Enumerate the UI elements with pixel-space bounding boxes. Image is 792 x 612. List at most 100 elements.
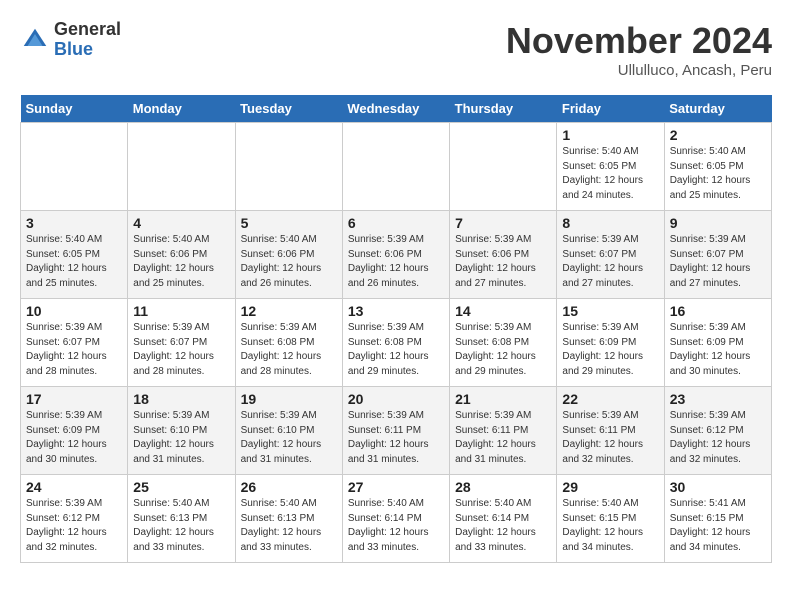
day-info: Sunrise: 5:41 AM Sunset: 6:15 PM Dayligh… — [670, 497, 766, 555]
day-number: 10 — [26, 303, 122, 319]
day-info: Sunrise: 5:39 AM Sunset: 6:12 PM Dayligh… — [26, 497, 122, 555]
day-info: Sunrise: 5:39 AM Sunset: 6:09 PM Dayligh… — [670, 321, 766, 379]
day-number: 11 — [133, 303, 229, 319]
calendar-day-cell: 19 Sunrise: 5:39 AM Sunset: 6:10 PM Dayli… — [235, 387, 342, 475]
logo: General Blue — [20, 20, 121, 60]
calendar-day-cell: 15Sunrise: 5:39 AM Sunset: 6:09 PM Dayli… — [557, 299, 664, 387]
day-info: Sunrise: 5:40 AM Sunset: 6:06 PM Dayligh… — [241, 233, 337, 291]
calendar-day-cell: 9 Sunrise: 5:39 AM Sunset: 6:07 PM Daylig… — [664, 211, 771, 299]
day-info: Sunrise: 5:40 AM Sunset: 6:14 PM Dayligh… — [455, 497, 551, 555]
calendar-day-cell: 10 Sunrise: 5:39 AM Sunset: 6:07 PM Dayli… — [21, 299, 128, 387]
day-number: 28 — [455, 479, 551, 495]
day-number: 5 — [241, 215, 337, 231]
calendar-week-row: 1 Sunrise: 5:40 AM Sunset: 6:05 PM Daylig… — [21, 123, 772, 211]
calendar-day-cell: 29Sunrise: 5:40 AM Sunset: 6:15 PM Dayli… — [557, 475, 664, 563]
day-info: Sunrise: 5:39 AM Sunset: 6:06 PM Dayligh… — [455, 233, 551, 291]
calendar-day-cell: 22Sunrise: 5:39 AM Sunset: 6:11 PM Dayli… — [557, 387, 664, 475]
weekday-header-monday: Monday — [128, 95, 235, 123]
day-info: Sunrise: 5:39 AM Sunset: 6:09 PM Dayligh… — [26, 409, 122, 467]
calendar-day-cell: 17 Sunrise: 5:39 AM Sunset: 6:09 PM Dayli… — [21, 387, 128, 475]
day-info: Sunrise: 5:39 AM Sunset: 6:07 PM Dayligh… — [562, 233, 658, 291]
page-header: General Blue November 2024 Ullulluco, An… — [20, 20, 772, 79]
day-info: Sunrise: 5:39 AM Sunset: 6:11 PM Dayligh… — [562, 409, 658, 467]
calendar-day-cell: 6 Sunrise: 5:39 AM Sunset: 6:06 PM Daylig… — [342, 211, 449, 299]
calendar-day-cell: 12 Sunrise: 5:39 AM Sunset: 6:08 PM Dayli… — [235, 299, 342, 387]
weekday-header-wednesday: Wednesday — [342, 95, 449, 123]
day-number: 17 — [26, 391, 122, 407]
day-info: Sunrise: 5:39 AM Sunset: 6:10 PM Dayligh… — [241, 409, 337, 467]
day-info: Sunrise: 5:39 AM Sunset: 6:11 PM Dayligh… — [348, 409, 444, 467]
day-number: 2 — [670, 127, 766, 143]
day-number: 1 — [562, 127, 658, 143]
day-info: Sunrise: 5:39 AM Sunset: 6:07 PM Dayligh… — [670, 233, 766, 291]
calendar-week-row: 10 Sunrise: 5:39 AM Sunset: 6:07 PM Dayli… — [21, 299, 772, 387]
logo-blue-text: Blue — [54, 40, 121, 60]
day-number: 27 — [348, 479, 444, 495]
day-number: 7 — [455, 215, 551, 231]
day-number: 19 — [241, 391, 337, 407]
day-info: Sunrise: 5:39 AM Sunset: 6:07 PM Dayligh… — [133, 321, 229, 379]
day-info: Sunrise: 5:40 AM Sunset: 6:13 PM Dayligh… — [241, 497, 337, 555]
logo-text: General Blue — [54, 20, 121, 60]
location: Ullulluco, Ancash, Peru — [506, 62, 772, 79]
calendar-day-cell: 1 Sunrise: 5:40 AM Sunset: 6:05 PM Daylig… — [557, 123, 664, 211]
weekday-header-row: SundayMondayTuesdayWednesdayThursdayFrid… — [21, 95, 772, 123]
calendar-table: SundayMondayTuesdayWednesdayThursdayFrid… — [20, 95, 772, 563]
calendar-day-cell: 7 Sunrise: 5:39 AM Sunset: 6:06 PM Daylig… — [450, 211, 557, 299]
calendar-day-cell: 24 Sunrise: 5:39 AM Sunset: 6:12 PM Dayli… — [21, 475, 128, 563]
day-info: Sunrise: 5:40 AM Sunset: 6:05 PM Dayligh… — [26, 233, 122, 291]
calendar-week-row: 3 Sunrise: 5:40 AM Sunset: 6:05 PM Daylig… — [21, 211, 772, 299]
day-number: 20 — [348, 391, 444, 407]
day-number: 4 — [133, 215, 229, 231]
day-info: Sunrise: 5:40 AM Sunset: 6:15 PM Dayligh… — [562, 497, 658, 555]
calendar-day-cell — [342, 123, 449, 211]
calendar-day-cell: 30 Sunrise: 5:41 AM Sunset: 6:15 PM Dayli… — [664, 475, 771, 563]
calendar-day-cell: 16 Sunrise: 5:39 AM Sunset: 6:09 PM Dayli… — [664, 299, 771, 387]
day-number: 30 — [670, 479, 766, 495]
day-number: 13 — [348, 303, 444, 319]
calendar-day-cell — [21, 123, 128, 211]
day-info: Sunrise: 5:40 AM Sunset: 6:05 PM Dayligh… — [562, 145, 658, 203]
day-number: 24 — [26, 479, 122, 495]
calendar-day-cell: 8Sunrise: 5:39 AM Sunset: 6:07 PM Daylig… — [557, 211, 664, 299]
day-info: Sunrise: 5:39 AM Sunset: 6:12 PM Dayligh… — [670, 409, 766, 467]
calendar-day-cell: 13 Sunrise: 5:39 AM Sunset: 6:08 PM Dayli… — [342, 299, 449, 387]
calendar-day-cell: 21 Sunrise: 5:39 AM Sunset: 6:11 PM Dayli… — [450, 387, 557, 475]
day-info: Sunrise: 5:40 AM Sunset: 6:14 PM Dayligh… — [348, 497, 444, 555]
calendar-day-cell: 18Sunrise: 5:39 AM Sunset: 6:10 PM Dayli… — [128, 387, 235, 475]
day-number: 12 — [241, 303, 337, 319]
day-number: 9 — [670, 215, 766, 231]
calendar-day-cell: 23Sunrise: 5:39 AM Sunset: 6:12 PM Dayli… — [664, 387, 771, 475]
calendar-day-cell: 27 Sunrise: 5:40 AM Sunset: 6:14 PM Dayli… — [342, 475, 449, 563]
day-number: 18 — [133, 391, 229, 407]
day-number: 25 — [133, 479, 229, 495]
weekday-header-saturday: Saturday — [664, 95, 771, 123]
calendar-day-cell: 2 Sunrise: 5:40 AM Sunset: 6:05 PM Daylig… — [664, 123, 771, 211]
day-info: Sunrise: 5:39 AM Sunset: 6:08 PM Dayligh… — [241, 321, 337, 379]
day-number: 15 — [562, 303, 658, 319]
day-info: Sunrise: 5:39 AM Sunset: 6:08 PM Dayligh… — [455, 321, 551, 379]
weekday-header-sunday: Sunday — [21, 95, 128, 123]
calendar-day-cell — [128, 123, 235, 211]
day-info: Sunrise: 5:39 AM Sunset: 6:06 PM Dayligh… — [348, 233, 444, 291]
weekday-header-friday: Friday — [557, 95, 664, 123]
day-info: Sunrise: 5:39 AM Sunset: 6:11 PM Dayligh… — [455, 409, 551, 467]
calendar-day-cell: 20 Sunrise: 5:39 AM Sunset: 6:11 PM Dayli… — [342, 387, 449, 475]
calendar-day-cell: 4Sunrise: 5:40 AM Sunset: 6:06 PM Daylig… — [128, 211, 235, 299]
day-info: Sunrise: 5:40 AM Sunset: 6:13 PM Dayligh… — [133, 497, 229, 555]
day-number: 16 — [670, 303, 766, 319]
day-info: Sunrise: 5:39 AM Sunset: 6:07 PM Dayligh… — [26, 321, 122, 379]
calendar-day-cell: 25 Sunrise: 5:40 AM Sunset: 6:13 PM Dayli… — [128, 475, 235, 563]
calendar-day-cell: 5 Sunrise: 5:40 AM Sunset: 6:06 PM Daylig… — [235, 211, 342, 299]
calendar-day-cell — [450, 123, 557, 211]
title-block: November 2024 Ullulluco, Ancash, Peru — [506, 20, 772, 79]
calendar-day-cell — [235, 123, 342, 211]
day-number: 6 — [348, 215, 444, 231]
day-info: Sunrise: 5:39 AM Sunset: 6:08 PM Dayligh… — [348, 321, 444, 379]
day-info: Sunrise: 5:40 AM Sunset: 6:05 PM Dayligh… — [670, 145, 766, 203]
calendar-day-cell: 26Sunrise: 5:40 AM Sunset: 6:13 PM Dayli… — [235, 475, 342, 563]
day-number: 3 — [26, 215, 122, 231]
weekday-header-tuesday: Tuesday — [235, 95, 342, 123]
weekday-header-thursday: Thursday — [450, 95, 557, 123]
day-number: 21 — [455, 391, 551, 407]
